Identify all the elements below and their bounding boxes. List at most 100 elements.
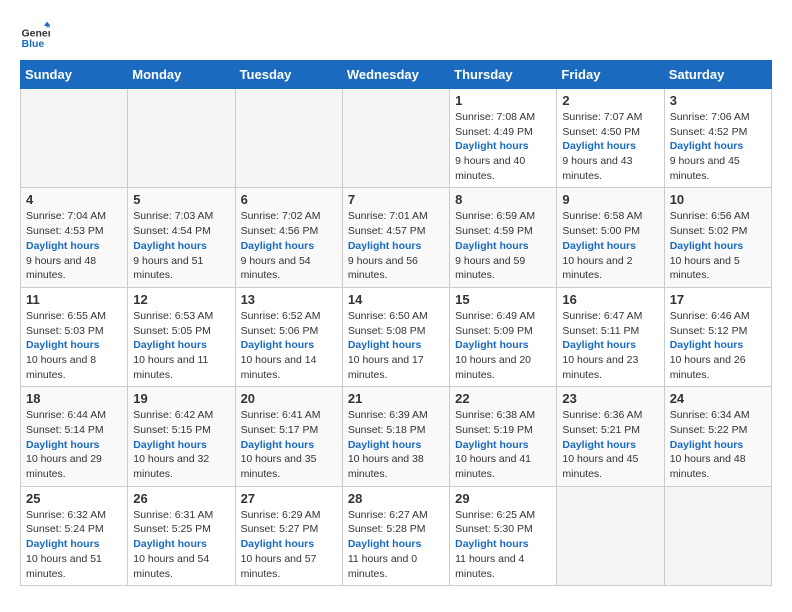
week-row-3: 11 Sunrise: 6:55 AM Sunset: 5:03 PM Dayl… bbox=[21, 287, 772, 386]
day-detail: Sunrise: 7:03 AM Sunset: 4:54 PM Dayligh… bbox=[133, 209, 229, 282]
day-detail: Sunrise: 6:58 AM Sunset: 5:00 PM Dayligh… bbox=[562, 209, 658, 282]
day-cell: 3 Sunrise: 7:06 AM Sunset: 4:52 PM Dayli… bbox=[664, 89, 771, 188]
day-detail: Sunrise: 6:38 AM Sunset: 5:19 PM Dayligh… bbox=[455, 408, 551, 481]
day-number: 1 bbox=[455, 93, 551, 108]
day-number: 15 bbox=[455, 292, 551, 307]
day-number: 4 bbox=[26, 192, 122, 207]
day-number: 19 bbox=[133, 391, 229, 406]
day-detail: Sunrise: 6:42 AM Sunset: 5:15 PM Dayligh… bbox=[133, 408, 229, 481]
day-detail: Sunrise: 7:06 AM Sunset: 4:52 PM Dayligh… bbox=[670, 110, 766, 183]
header-cell-sunday: Sunday bbox=[21, 61, 128, 89]
day-cell bbox=[21, 89, 128, 188]
day-number: 10 bbox=[670, 192, 766, 207]
day-cell: 18 Sunrise: 6:44 AM Sunset: 5:14 PM Dayl… bbox=[21, 387, 128, 486]
day-cell: 25 Sunrise: 6:32 AM Sunset: 5:24 PM Dayl… bbox=[21, 486, 128, 585]
day-detail: Sunrise: 6:49 AM Sunset: 5:09 PM Dayligh… bbox=[455, 309, 551, 382]
day-detail: Sunrise: 6:39 AM Sunset: 5:18 PM Dayligh… bbox=[348, 408, 444, 481]
header-cell-wednesday: Wednesday bbox=[342, 61, 449, 89]
day-number: 16 bbox=[562, 292, 658, 307]
day-cell: 28 Sunrise: 6:27 AM Sunset: 5:28 PM Dayl… bbox=[342, 486, 449, 585]
day-number: 13 bbox=[241, 292, 337, 307]
day-cell: 27 Sunrise: 6:29 AM Sunset: 5:27 PM Dayl… bbox=[235, 486, 342, 585]
day-cell: 12 Sunrise: 6:53 AM Sunset: 5:05 PM Dayl… bbox=[128, 287, 235, 386]
day-cell: 21 Sunrise: 6:39 AM Sunset: 5:18 PM Dayl… bbox=[342, 387, 449, 486]
day-cell: 5 Sunrise: 7:03 AM Sunset: 4:54 PM Dayli… bbox=[128, 188, 235, 287]
day-number: 24 bbox=[670, 391, 766, 406]
day-cell: 8 Sunrise: 6:59 AM Sunset: 4:59 PM Dayli… bbox=[450, 188, 557, 287]
day-cell: 24 Sunrise: 6:34 AM Sunset: 5:22 PM Dayl… bbox=[664, 387, 771, 486]
logo: General Blue bbox=[20, 20, 54, 50]
day-detail: Sunrise: 6:41 AM Sunset: 5:17 PM Dayligh… bbox=[241, 408, 337, 481]
day-detail: Sunrise: 6:31 AM Sunset: 5:25 PM Dayligh… bbox=[133, 508, 229, 581]
day-detail: Sunrise: 6:55 AM Sunset: 5:03 PM Dayligh… bbox=[26, 309, 122, 382]
header-cell-monday: Monday bbox=[128, 61, 235, 89]
calendar-header-row: SundayMondayTuesdayWednesdayThursdayFrid… bbox=[21, 61, 772, 89]
day-number: 28 bbox=[348, 491, 444, 506]
day-detail: Sunrise: 6:29 AM Sunset: 5:27 PM Dayligh… bbox=[241, 508, 337, 581]
week-row-2: 4 Sunrise: 7:04 AM Sunset: 4:53 PM Dayli… bbox=[21, 188, 772, 287]
week-row-5: 25 Sunrise: 6:32 AM Sunset: 5:24 PM Dayl… bbox=[21, 486, 772, 585]
day-cell: 1 Sunrise: 7:08 AM Sunset: 4:49 PM Dayli… bbox=[450, 89, 557, 188]
day-cell: 22 Sunrise: 6:38 AM Sunset: 5:19 PM Dayl… bbox=[450, 387, 557, 486]
day-cell: 15 Sunrise: 6:49 AM Sunset: 5:09 PM Dayl… bbox=[450, 287, 557, 386]
day-cell: 19 Sunrise: 6:42 AM Sunset: 5:15 PM Dayl… bbox=[128, 387, 235, 486]
day-detail: Sunrise: 6:47 AM Sunset: 5:11 PM Dayligh… bbox=[562, 309, 658, 382]
week-row-1: 1 Sunrise: 7:08 AM Sunset: 4:49 PM Dayli… bbox=[21, 89, 772, 188]
day-cell bbox=[342, 89, 449, 188]
day-detail: Sunrise: 6:32 AM Sunset: 5:24 PM Dayligh… bbox=[26, 508, 122, 581]
svg-text:Blue: Blue bbox=[22, 38, 45, 50]
day-number: 7 bbox=[348, 192, 444, 207]
day-number: 14 bbox=[348, 292, 444, 307]
day-detail: Sunrise: 7:07 AM Sunset: 4:50 PM Dayligh… bbox=[562, 110, 658, 183]
day-cell: 16 Sunrise: 6:47 AM Sunset: 5:11 PM Dayl… bbox=[557, 287, 664, 386]
day-number: 11 bbox=[26, 292, 122, 307]
header-cell-thursday: Thursday bbox=[450, 61, 557, 89]
day-number: 23 bbox=[562, 391, 658, 406]
day-detail: Sunrise: 6:59 AM Sunset: 4:59 PM Dayligh… bbox=[455, 209, 551, 282]
day-number: 27 bbox=[241, 491, 337, 506]
day-detail: Sunrise: 6:27 AM Sunset: 5:28 PM Dayligh… bbox=[348, 508, 444, 581]
day-cell: 14 Sunrise: 6:50 AM Sunset: 5:08 PM Dayl… bbox=[342, 287, 449, 386]
day-detail: Sunrise: 7:08 AM Sunset: 4:49 PM Dayligh… bbox=[455, 110, 551, 183]
day-number: 20 bbox=[241, 391, 337, 406]
day-number: 22 bbox=[455, 391, 551, 406]
day-number: 5 bbox=[133, 192, 229, 207]
week-row-4: 18 Sunrise: 6:44 AM Sunset: 5:14 PM Dayl… bbox=[21, 387, 772, 486]
header-cell-friday: Friday bbox=[557, 61, 664, 89]
day-number: 26 bbox=[133, 491, 229, 506]
day-number: 2 bbox=[562, 93, 658, 108]
day-cell: 29 Sunrise: 6:25 AM Sunset: 5:30 PM Dayl… bbox=[450, 486, 557, 585]
day-detail: Sunrise: 6:50 AM Sunset: 5:08 PM Dayligh… bbox=[348, 309, 444, 382]
day-number: 8 bbox=[455, 192, 551, 207]
header-cell-tuesday: Tuesday bbox=[235, 61, 342, 89]
calendar-table: SundayMondayTuesdayWednesdayThursdayFrid… bbox=[20, 60, 772, 586]
day-detail: Sunrise: 6:53 AM Sunset: 5:05 PM Dayligh… bbox=[133, 309, 229, 382]
day-detail: Sunrise: 6:25 AM Sunset: 5:30 PM Dayligh… bbox=[455, 508, 551, 581]
day-cell bbox=[664, 486, 771, 585]
day-number: 25 bbox=[26, 491, 122, 506]
day-number: 9 bbox=[562, 192, 658, 207]
day-cell: 17 Sunrise: 6:46 AM Sunset: 5:12 PM Dayl… bbox=[664, 287, 771, 386]
day-cell: 23 Sunrise: 6:36 AM Sunset: 5:21 PM Dayl… bbox=[557, 387, 664, 486]
logo-icon: General Blue bbox=[20, 20, 50, 50]
day-detail: Sunrise: 6:44 AM Sunset: 5:14 PM Dayligh… bbox=[26, 408, 122, 481]
day-cell: 11 Sunrise: 6:55 AM Sunset: 5:03 PM Dayl… bbox=[21, 287, 128, 386]
page-header: General Blue bbox=[20, 20, 772, 50]
day-number: 21 bbox=[348, 391, 444, 406]
day-cell: 26 Sunrise: 6:31 AM Sunset: 5:25 PM Dayl… bbox=[128, 486, 235, 585]
header-cell-saturday: Saturday bbox=[664, 61, 771, 89]
day-number: 12 bbox=[133, 292, 229, 307]
day-cell: 2 Sunrise: 7:07 AM Sunset: 4:50 PM Dayli… bbox=[557, 89, 664, 188]
day-cell: 6 Sunrise: 7:02 AM Sunset: 4:56 PM Dayli… bbox=[235, 188, 342, 287]
day-number: 3 bbox=[670, 93, 766, 108]
day-number: 6 bbox=[241, 192, 337, 207]
day-cell: 7 Sunrise: 7:01 AM Sunset: 4:57 PM Dayli… bbox=[342, 188, 449, 287]
day-detail: Sunrise: 6:34 AM Sunset: 5:22 PM Dayligh… bbox=[670, 408, 766, 481]
day-cell: 13 Sunrise: 6:52 AM Sunset: 5:06 PM Dayl… bbox=[235, 287, 342, 386]
day-cell bbox=[128, 89, 235, 188]
day-detail: Sunrise: 6:36 AM Sunset: 5:21 PM Dayligh… bbox=[562, 408, 658, 481]
day-detail: Sunrise: 6:52 AM Sunset: 5:06 PM Dayligh… bbox=[241, 309, 337, 382]
calendar-body: 1 Sunrise: 7:08 AM Sunset: 4:49 PM Dayli… bbox=[21, 89, 772, 586]
day-number: 29 bbox=[455, 491, 551, 506]
day-cell: 20 Sunrise: 6:41 AM Sunset: 5:17 PM Dayl… bbox=[235, 387, 342, 486]
